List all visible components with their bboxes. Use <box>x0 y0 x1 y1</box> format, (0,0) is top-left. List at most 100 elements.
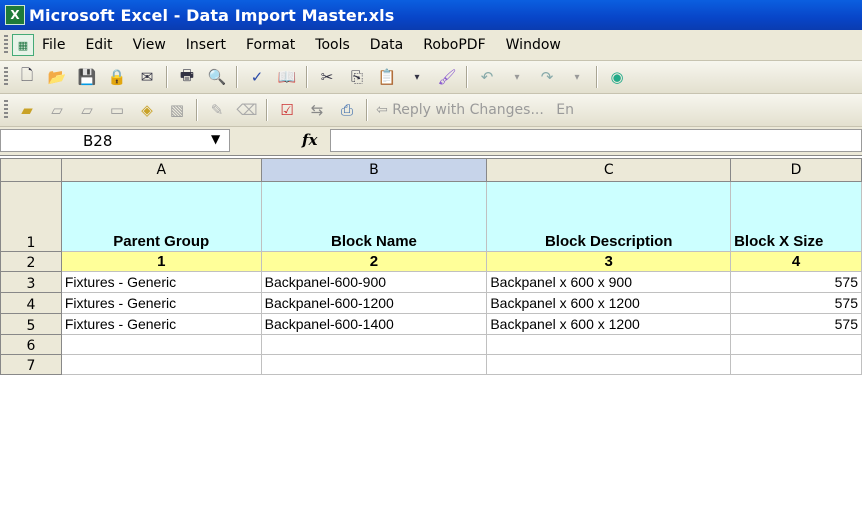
standard-toolbar: 🗋 📂 💾 🔒 ✉ 🖶 🔍 ✓ 📖 ✂ ⎘ 📋 ▾ 🖌 ↶ ▾ ↷ ▾ ◉ <box>0 61 862 94</box>
toolbar-separator <box>596 66 598 88</box>
copy-icon[interactable]: ⎘ <box>346 66 368 88</box>
cell-a7[interactable] <box>60 354 262 375</box>
paste-icon[interactable]: 📋 <box>376 66 398 88</box>
reviewing-toolbar: ▰ ▱ ▱ ▭ ◈ ▧ ✎ ⌫ ☑ ⇆ ⎙ ⇦ Reply with Chang… <box>0 94 862 127</box>
redo-icon[interactable]: ↷ <box>536 66 558 88</box>
cell-b4[interactable]: Backpanel-600-1200 <box>260 292 488 314</box>
cell-b7[interactable] <box>260 354 488 375</box>
reply-with-changes-button[interactable]: ⇦ Reply with Changes... En <box>376 102 574 118</box>
menu-data[interactable]: Data <box>370 37 403 53</box>
toolbar-grip-handle[interactable] <box>4 100 8 120</box>
toolbar-separator <box>366 99 368 121</box>
cell-d3[interactable]: 575 <box>730 271 862 293</box>
hyperlink-icon[interactable]: ◉ <box>606 66 628 88</box>
row-header-2[interactable]: 2 <box>0 251 62 272</box>
open-folder-icon[interactable]: 📂 <box>46 66 68 88</box>
spelling-icon[interactable]: ✓ <box>246 66 268 88</box>
cell-a2[interactable]: 1 <box>60 251 262 272</box>
cell-c2[interactable]: 3 <box>486 251 732 272</box>
row-header-1[interactable]: 1 <box>0 181 62 252</box>
cell-a4[interactable]: Fixtures - Generic <box>60 292 262 314</box>
previous-comment-icon[interactable]: ▱ <box>46 99 68 121</box>
show-all-comments-icon[interactable]: ◈ <box>136 99 158 121</box>
menu-view[interactable]: View <box>133 37 166 53</box>
new-document-icon[interactable]: 🗋 <box>16 66 38 88</box>
cell-b5[interactable]: Backpanel-600-1400 <box>260 313 488 335</box>
row-header-3[interactable]: 3 <box>0 271 62 293</box>
menu-format[interactable]: Format <box>246 37 295 53</box>
send-to-icon[interactable]: ⎙ <box>336 99 358 121</box>
undo-dropdown-icon[interactable]: ▾ <box>506 66 528 88</box>
ink-annotation-icon[interactable]: ✎ <box>206 99 228 121</box>
cell-d5[interactable]: 575 <box>730 313 862 335</box>
cell-b1[interactable]: Block Name <box>260 181 488 252</box>
cell-c5[interactable]: Backpanel x 600 x 1200 <box>486 313 732 335</box>
cell-b3[interactable]: Backpanel-600-900 <box>260 271 488 293</box>
cell-c6[interactable] <box>486 334 732 355</box>
email-icon[interactable]: ✉ <box>136 66 158 88</box>
track-changes-icon[interactable]: ☑ <box>276 99 298 121</box>
formula-bar: B28 ▼ fx <box>0 127 862 156</box>
print-icon[interactable]: 🖶 <box>176 66 198 88</box>
cell-d1[interactable]: Block X Size <box>730 181 862 252</box>
new-comment-icon[interactable]: ▰ <box>16 99 38 121</box>
toolbar-separator <box>266 99 268 121</box>
delete-ink-icon[interactable]: ⌫ <box>236 99 258 121</box>
row-header-7[interactable]: 7 <box>0 354 62 375</box>
menu-grip-handle[interactable] <box>4 35 8 55</box>
menu-insert[interactable]: Insert <box>186 37 226 53</box>
insert-function-icon[interactable]: fx <box>302 131 317 149</box>
excel-app-icon[interactable]: X <box>5 5 25 25</box>
toolbar-separator <box>196 99 198 121</box>
cell-d6[interactable] <box>730 334 862 355</box>
delete-comment-icon[interactable]: ▧ <box>166 99 188 121</box>
cell-a6[interactable] <box>60 334 262 355</box>
format-painter-icon[interactable]: 🖌 <box>436 66 458 88</box>
show-comment-icon[interactable]: ▭ <box>106 99 128 121</box>
toolbar-separator <box>306 66 308 88</box>
cell-a5[interactable]: Fixtures - Generic <box>60 313 262 335</box>
cell-b6[interactable] <box>260 334 488 355</box>
row-header-6[interactable]: 6 <box>0 334 62 355</box>
column-header-a[interactable]: A <box>60 158 262 182</box>
print-preview-icon[interactable]: 🔍 <box>206 66 228 88</box>
cell-c7[interactable] <box>486 354 732 375</box>
menu-tools[interactable]: Tools <box>315 37 350 53</box>
save-icon[interactable]: 💾 <box>76 66 98 88</box>
cell-c4[interactable]: Backpanel x 600 x 1200 <box>486 292 732 314</box>
permission-icon[interactable]: 🔒 <box>106 66 128 88</box>
next-comment-icon[interactable]: ▱ <box>76 99 98 121</box>
column-header-b[interactable]: B <box>260 158 488 182</box>
row-header-5[interactable]: 5 <box>0 313 62 335</box>
menu-robopdf[interactable]: RoboPDF <box>423 37 485 53</box>
paste-dropdown-icon[interactable]: ▾ <box>406 66 428 88</box>
select-all-corner[interactable] <box>0 158 62 182</box>
cell-d2[interactable]: 4 <box>730 251 862 272</box>
name-box-value: B28 <box>83 132 113 150</box>
cell-c1[interactable]: Block Description <box>486 181 732 252</box>
row-header-4[interactable]: 4 <box>0 292 62 314</box>
toolbar-grip-handle[interactable] <box>4 67 8 87</box>
menu-edit[interactable]: Edit <box>85 37 112 53</box>
workbook-icon[interactable]: ▦ <box>12 34 34 56</box>
menu-window[interactable]: Window <box>506 37 561 53</box>
menu-file[interactable]: File <box>42 37 65 53</box>
formula-input[interactable] <box>330 129 862 152</box>
cell-a3[interactable]: Fixtures - Generic <box>60 271 262 293</box>
cell-b2[interactable]: 2 <box>260 251 488 272</box>
undo-icon[interactable]: ↶ <box>476 66 498 88</box>
name-box[interactable]: B28 ▼ <box>0 129 230 152</box>
end-review-label[interactable]: En <box>556 102 574 118</box>
cell-d7[interactable] <box>730 354 862 375</box>
sheet-table: A B C D 1 Parent Group Block Name Block … <box>0 158 862 375</box>
column-header-c[interactable]: C <box>486 158 732 182</box>
name-box-dropdown-icon[interactable]: ▼ <box>211 132 220 146</box>
research-icon[interactable]: 📖 <box>276 66 298 88</box>
redo-dropdown-icon[interactable]: ▾ <box>566 66 588 88</box>
column-header-d[interactable]: D <box>730 158 862 182</box>
cell-d4[interactable]: 575 <box>730 292 862 314</box>
cell-c3[interactable]: Backpanel x 600 x 900 <box>486 271 732 293</box>
update-file-icon[interactable]: ⇆ <box>306 99 328 121</box>
cut-icon[interactable]: ✂ <box>316 66 338 88</box>
cell-a1[interactable]: Parent Group <box>60 181 262 252</box>
